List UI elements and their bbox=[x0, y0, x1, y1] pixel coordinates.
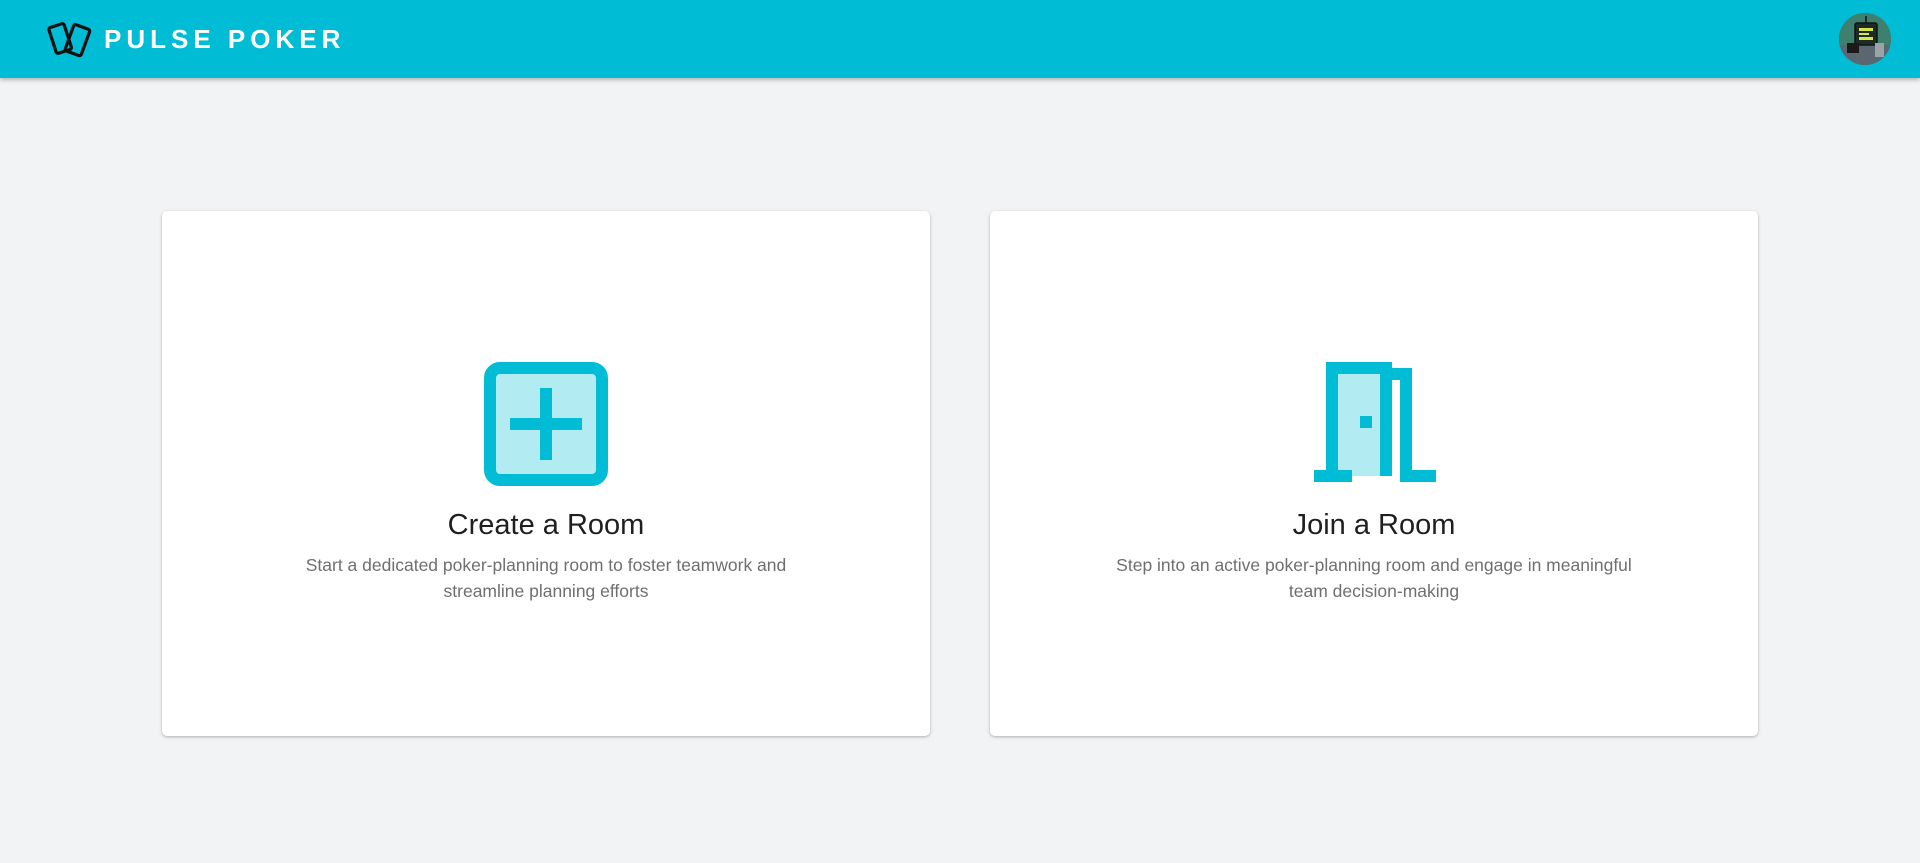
create-room-title: Create a Room bbox=[447, 509, 645, 541]
door-icon bbox=[1314, 362, 1436, 482]
brand-home-link[interactable]: PULSE POKER bbox=[46, 18, 345, 60]
join-room-card[interactable]: Join a Room Step into an active poker-pl… bbox=[990, 211, 1758, 736]
cards-icon bbox=[47, 22, 92, 58]
create-room-description: Start a dedicated poker-planning room to… bbox=[305, 555, 787, 601]
join-room-title: Join a Room bbox=[1292, 509, 1456, 541]
avatar-icon bbox=[1839, 13, 1891, 65]
create-room-card[interactable]: Create a Room Start a dedicated poker-pl… bbox=[162, 211, 930, 736]
add-box-icon bbox=[484, 362, 608, 486]
user-avatar[interactable] bbox=[1839, 13, 1891, 65]
app-header: PULSE POKER bbox=[0, 0, 1920, 78]
join-room-description: Step into an active poker-planning room … bbox=[1116, 555, 1632, 601]
brand-name: PULSE POKER bbox=[104, 23, 346, 54]
